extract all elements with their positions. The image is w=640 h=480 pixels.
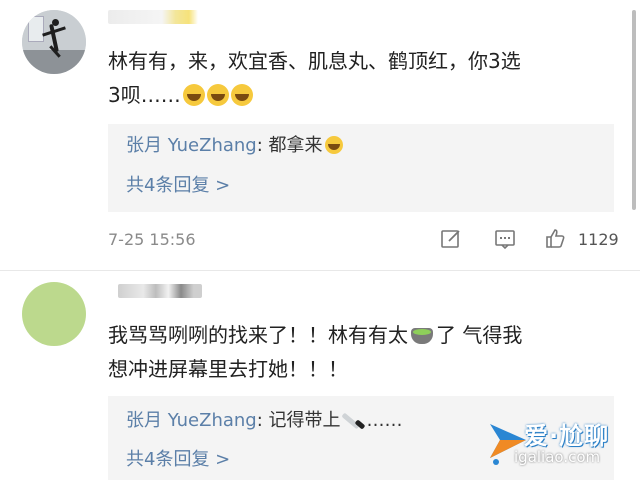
- reply-line: 张月 YueZhang: 记得带上 ……: [126, 408, 403, 433]
- reply-text: 都拿来: [268, 135, 323, 156]
- username-blurred[interactable]: [108, 10, 198, 24]
- comment-text-fragment: 了 气得我: [436, 323, 523, 347]
- comment-text-line: 我骂骂咧咧的找来了！！林有有太 了 气得我: [108, 318, 628, 352]
- reply-separator: :: [256, 410, 269, 431]
- comment-text-fragment: 我骂骂咧咧的找来了！！林有有太: [108, 323, 408, 347]
- avatar-figure-head: [52, 19, 59, 26]
- comment-divider: [0, 270, 640, 271]
- comment-text-line: 林有有，来，欢宜香、肌息丸、鹤顶红，你3选: [108, 49, 521, 73]
- user-avatar[interactable]: [22, 10, 86, 74]
- reply-author-link[interactable]: 张月 YueZhang: [126, 410, 257, 431]
- laugh-cry-emoji-icon: [230, 84, 253, 106]
- comment-text: 我骂骂咧咧的找来了！！林有有太 了 气得我 想冲进屏幕里去打她！！！: [108, 318, 628, 386]
- comment-timestamp: 7-25 15:56: [108, 230, 196, 249]
- comment-icon[interactable]: [494, 228, 516, 250]
- laugh-cry-emoji-icon: [206, 84, 229, 106]
- edit-icon[interactable]: [440, 228, 462, 250]
- laugh-cry-emoji-icon: [324, 136, 343, 154]
- laugh-cry-emoji-icon: [182, 84, 205, 106]
- avatar-window: [28, 16, 44, 42]
- knife-emoji-icon: [340, 408, 367, 430]
- view-replies-link[interactable]: 共4条回复 >: [126, 174, 230, 198]
- comment-text-line: 3呗……: [108, 78, 628, 112]
- user-avatar[interactable]: [22, 282, 86, 346]
- reply-line: 张月 YueZhang: 都拿来: [126, 134, 343, 158]
- reply-separator: :: [256, 135, 269, 156]
- comment-text-fragment: 3呗……: [108, 83, 181, 107]
- reply-author-link[interactable]: 张月 YueZhang: [126, 135, 257, 156]
- tea-emoji-icon: [408, 324, 436, 346]
- scrollbar[interactable]: [632, 10, 636, 210]
- reply-text: 记得带上: [268, 410, 341, 431]
- reply-trailing-text: ……: [366, 410, 403, 431]
- comment-text: 林有有，来，欢宜香、肌息丸、鹤顶红，你3选 3呗……: [108, 44, 628, 112]
- watermark-title: 爱·尬聊: [524, 422, 610, 450]
- reply-preview[interactable]: 张月 YueZhang: 都拿来 共4条回复 >: [108, 124, 614, 212]
- like-icon[interactable]: [544, 228, 566, 250]
- username-blurred[interactable]: [118, 284, 202, 298]
- like-count: 1129: [578, 230, 619, 249]
- comment-text-line: 想冲进屏幕里去打她！！！: [108, 357, 348, 381]
- view-replies-link[interactable]: 共4条回复 >: [126, 448, 230, 472]
- watermark-url: igaliao.com: [514, 448, 601, 466]
